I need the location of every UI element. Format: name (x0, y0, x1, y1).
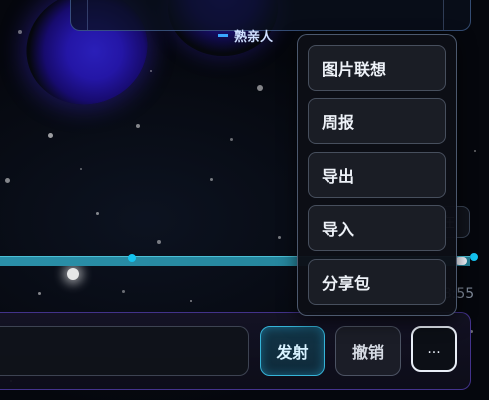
star (5, 178, 10, 183)
undo-button[interactable]: 撤销 (335, 326, 401, 376)
message-input[interactable] (0, 326, 249, 376)
menu-item-weekly-report[interactable]: 周报 (308, 98, 446, 144)
fire-button[interactable]: 发射 (260, 326, 325, 376)
star (67, 268, 79, 280)
star (122, 290, 125, 293)
star (80, 168, 82, 170)
star (474, 150, 476, 152)
star (96, 212, 99, 215)
title-accent-bar (218, 34, 228, 37)
menu-item-import[interactable]: 导入 (308, 205, 446, 251)
more-menu: 图片联想 周报 导出 导入 分享包 (297, 34, 457, 316)
star (18, 30, 22, 34)
timeline-marker[interactable] (470, 253, 478, 261)
star (157, 240, 161, 244)
star (230, 138, 233, 141)
star (38, 292, 41, 295)
star (257, 85, 263, 91)
star (48, 133, 53, 138)
menu-item-image-association[interactable]: 图片联想 (308, 45, 446, 91)
star (210, 178, 213, 181)
menu-item-share-pack[interactable]: 分享包 (308, 259, 446, 305)
star (190, 300, 192, 302)
star (150, 70, 152, 72)
star (136, 124, 140, 128)
menu-item-export[interactable]: 导出 (308, 152, 446, 198)
more-button[interactable]: ... (411, 326, 457, 372)
top-panel-title-text: 熟亲人 (234, 30, 274, 45)
star (278, 236, 281, 239)
timeline-marker[interactable] (128, 254, 136, 262)
top-panel-title: 熟亲人 (218, 26, 273, 45)
